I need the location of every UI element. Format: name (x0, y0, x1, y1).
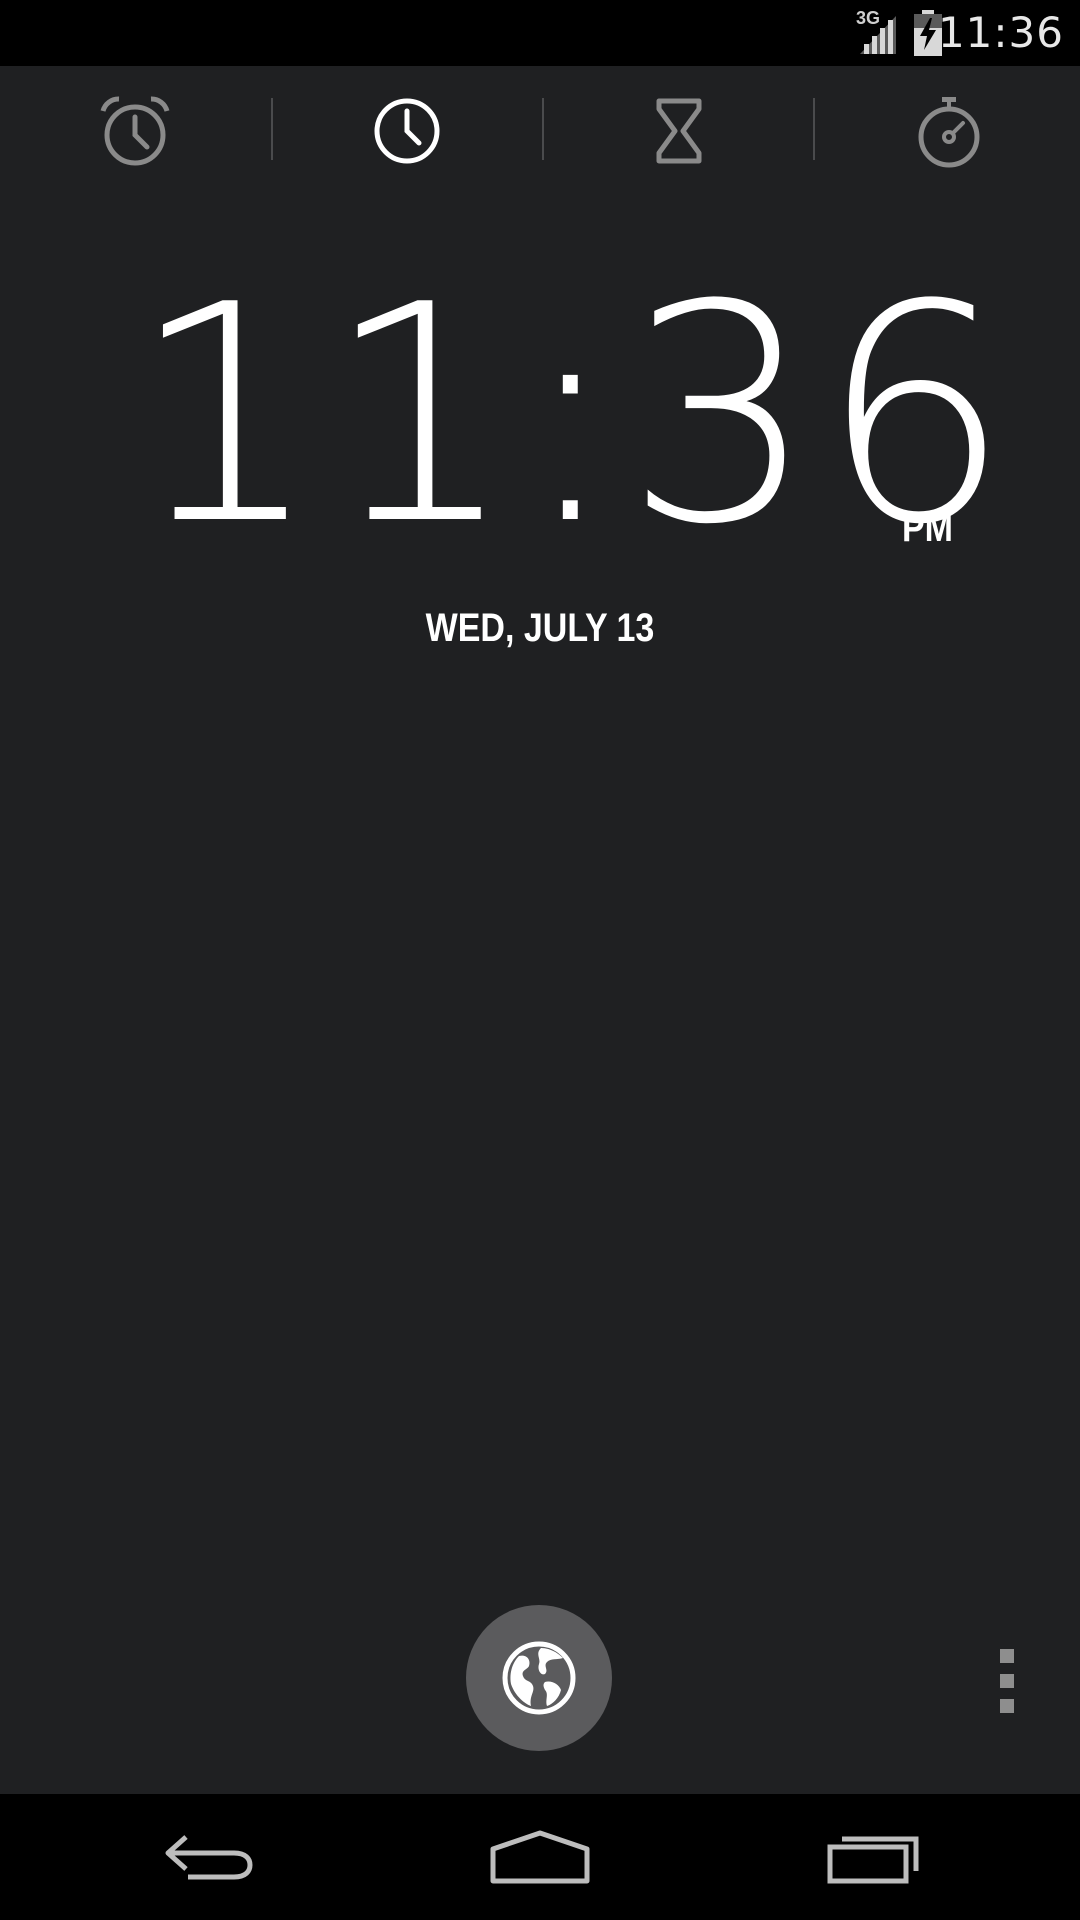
home-button[interactable] (440, 1794, 640, 1920)
navigation-bar (0, 1794, 1080, 1920)
status-bar: 3G 11:36 (0, 0, 1080, 66)
overflow-menu-icon (1000, 1699, 1014, 1713)
signal-icon (860, 16, 896, 54)
tab-bar (0, 66, 1080, 196)
overflow-menu-icon (1000, 1649, 1014, 1663)
recents-icon (827, 1836, 919, 1884)
tab-stopwatch[interactable] (814, 66, 1080, 196)
clock-app: 11:36 PM WED, JULY 13 (0, 66, 1080, 1794)
stopwatch-icon (918, 97, 980, 168)
tab-timer[interactable] (544, 66, 814, 196)
back-icon (165, 1835, 253, 1880)
home-icon (490, 1830, 590, 1884)
overflow-menu-icon (1000, 1674, 1014, 1688)
tab-alarm[interactable] (0, 66, 270, 196)
recents-button[interactable] (772, 1794, 972, 1920)
hourglass-icon (656, 98, 702, 164)
clock-icon (374, 98, 440, 164)
globe-icon (502, 1641, 576, 1715)
am-pm-label: PM (902, 506, 953, 550)
status-bar-time: 11:36 (937, 8, 1064, 57)
world-clock-button[interactable] (466, 1605, 612, 1751)
alarm-clock-icon (100, 96, 170, 166)
date-label: WED, JULY 13 (425, 606, 655, 650)
back-button[interactable] (110, 1794, 310, 1920)
overflow-menu-button[interactable] (990, 1649, 1024, 1713)
tab-clock[interactable] (272, 66, 542, 196)
digital-clock-time: 11:36 (130, 241, 1015, 590)
